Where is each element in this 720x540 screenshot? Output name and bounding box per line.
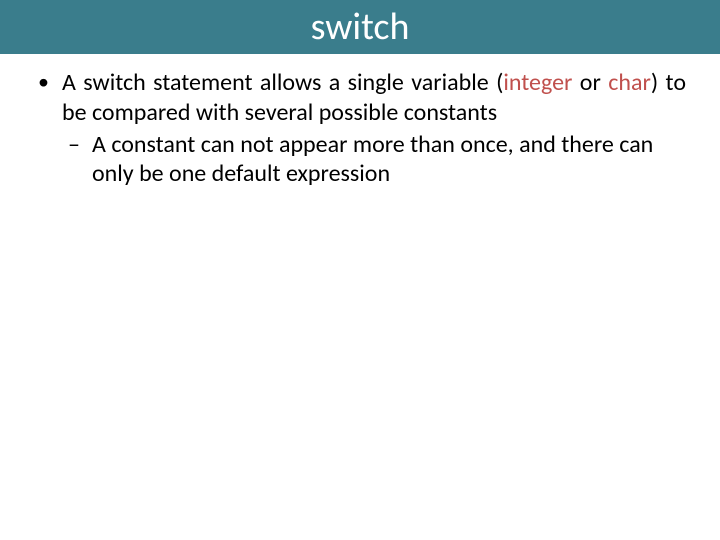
slide: switch A switch statement allows a singl…	[0, 0, 720, 540]
bullet-text-mid: or	[572, 68, 608, 97]
bullet-highlight-char: char	[608, 68, 651, 97]
content-area: A switch statement allows a single varia…	[0, 54, 720, 189]
bullet-highlight-integer: integer	[503, 68, 572, 97]
bullet-text-pre: A switch statement allows a single varia…	[62, 68, 503, 97]
bullet-item: A switch statement allows a single varia…	[34, 68, 686, 189]
sub-bullet-item: A constant can not appear more than once…	[62, 130, 686, 189]
slide-title: switch	[311, 4, 410, 50]
sub-bullet-list: A constant can not appear more than once…	[62, 130, 686, 189]
title-bar: switch	[0, 0, 720, 54]
bullet-list: A switch statement allows a single varia…	[34, 68, 686, 189]
